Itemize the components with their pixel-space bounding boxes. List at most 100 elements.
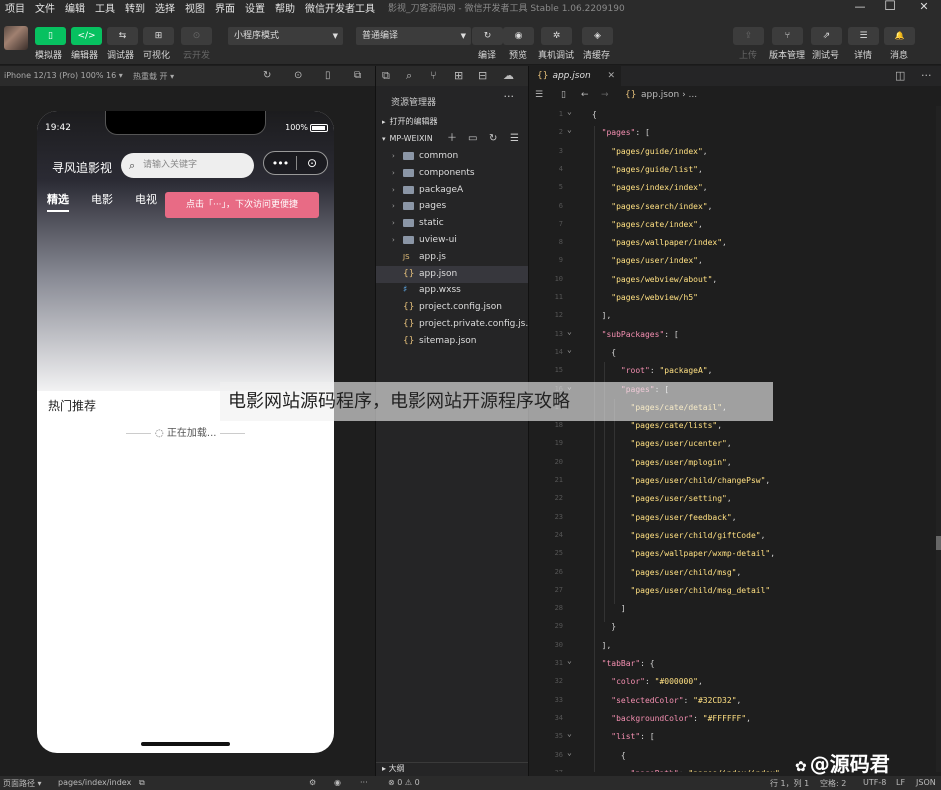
menu-file[interactable]: 文件 <box>30 0 60 15</box>
device-select[interactable]: iPhone 12/13 (Pro) 100% 16 ▾ <box>4 71 123 80</box>
maximize-button[interactable]: ☐ <box>875 0 905 15</box>
version-button[interactable]: ⑂ <box>772 27 803 45</box>
cloud-icon[interactable]: ☁ <box>503 69 514 82</box>
file-item[interactable]: JS app.js <box>376 249 528 266</box>
encoding[interactable]: UTF-8 <box>863 778 886 787</box>
storage-icon[interactable]: ⊟ <box>478 69 487 82</box>
tab-movies[interactable]: 电影 <box>91 191 113 212</box>
file-item[interactable]: {} sitemap.json <box>376 333 528 350</box>
file-item[interactable]: {} project.config.json <box>376 299 528 316</box>
more-button[interactable]: ••• <box>264 157 296 170</box>
language-mode[interactable]: JSON <box>916 778 936 787</box>
menu-edit[interactable]: 编辑 <box>60 0 90 15</box>
simulator-toggle-button[interactable]: ▯ <box>35 27 66 45</box>
file-item[interactable]: ♯ app.wxss <box>376 282 528 299</box>
menu-goto[interactable]: 转到 <box>120 0 150 15</box>
back-icon[interactable]: ← <box>581 90 589 100</box>
messages-button[interactable]: 🔔 <box>884 27 915 45</box>
file-item[interactable]: {} project.private.config.js... <box>376 316 534 333</box>
problems-count[interactable]: ⊗ 0 ⚠ 0 <box>388 778 420 787</box>
phone-icon[interactable]: ▯ <box>325 70 331 81</box>
fold-chevron-icon[interactable]: ⌄ <box>567 656 572 665</box>
list-icon[interactable]: ☰ <box>535 90 543 100</box>
tab-featured[interactable]: 精选 <box>47 191 69 212</box>
file-item[interactable]: {} app.json <box>376 265 528 283</box>
source-control-icon[interactable]: ⑂ <box>430 69 437 82</box>
tab-app-json[interactable]: {} app.json ✕ <box>529 66 621 86</box>
folder-item[interactable]: › components <box>376 165 528 182</box>
extensions-icon[interactable]: ⊞ <box>454 69 463 82</box>
copy-icon[interactable]: ⧉ <box>139 778 145 788</box>
fold-chevron-icon[interactable]: ⌄ <box>567 125 572 134</box>
bookmark-icon[interactable]: ▯ <box>561 90 566 100</box>
code-editor[interactable]: 1 ⌄{2 ⌄ "pages": [3 "pages/guide/index", 4 … <box>529 106 941 772</box>
scrollbar-thumb[interactable] <box>936 536 941 550</box>
folder-item[interactable]: › common <box>376 148 528 165</box>
folder-item[interactable]: › uview-ui <box>376 232 528 249</box>
real-debug-button[interactable]: ✲ <box>541 27 572 45</box>
close-button[interactable]: ✕ <box>909 0 939 15</box>
more-icon[interactable]: ··· <box>921 69 932 82</box>
menu-select[interactable]: 选择 <box>150 0 180 15</box>
test-account-button[interactable]: ⇗ <box>811 27 842 45</box>
detach-window-icon[interactable]: ⧉ <box>354 70 361 81</box>
folder-item[interactable]: › static <box>376 215 528 232</box>
forward-icon[interactable]: → <box>601 90 609 100</box>
project-section[interactable]: ▾ MP-WEIXIN ＋ ▭ ↻ ☰ <box>376 131 528 147</box>
files-icon[interactable]: ⧉ <box>382 69 390 83</box>
outline-section[interactable]: ▸ 大纲 <box>376 762 528 776</box>
settings-icon[interactable]: ⚙ <box>309 778 316 787</box>
menu-interface[interactable]: 界面 <box>210 0 240 15</box>
refresh-icon[interactable]: ↻ <box>489 131 497 147</box>
cloud-dev-button[interactable]: ⊙ <box>181 27 212 45</box>
new-file-icon[interactable]: ＋ <box>447 131 457 147</box>
close-icon[interactable]: ✕ <box>607 66 615 86</box>
menu-project[interactable]: 项目 <box>0 0 30 15</box>
fold-chevron-icon[interactable]: ⌄ <box>567 729 572 738</box>
debugger-toggle-button[interactable]: ⇆ <box>107 27 138 45</box>
new-folder-icon[interactable]: ▭ <box>468 131 477 147</box>
fold-chevron-icon[interactable]: ⌄ <box>567 748 572 757</box>
more-icon[interactable]: ··· <box>504 90 515 103</box>
line-ending[interactable]: LF <box>896 778 905 787</box>
menu-tools[interactable]: 工具 <box>90 0 120 15</box>
menu-help[interactable]: 帮助 <box>270 0 300 15</box>
page-path-label[interactable]: 页面路径 ▾ <box>3 778 42 789</box>
open-editors-section[interactable]: ▸ 打开的编辑器 <box>376 114 528 130</box>
search-input[interactable]: ⌕ 请输入关键字 <box>121 153 254 178</box>
compile-button[interactable]: ↻ <box>472 27 503 45</box>
avatar[interactable] <box>4 26 28 50</box>
editor-toggle-button[interactable]: </> <box>71 27 102 45</box>
folder-item[interactable]: › packageA <box>376 182 528 199</box>
eye-icon[interactable]: ◉ <box>334 778 341 787</box>
search-icon[interactable]: ⌕ <box>406 69 412 83</box>
stop-icon[interactable]: ⊙ <box>294 70 302 81</box>
phone-screen[interactable]: 19:42 100% 寻风追影视 ⌕ 请输入关键字 ••• ⊙ 精选 电影 电视 … <box>37 111 334 753</box>
clear-cache-button[interactable]: ◈ <box>582 27 613 45</box>
visual-toggle-button[interactable]: ⊞ <box>143 27 174 45</box>
more-icon[interactable]: ··· <box>360 778 368 787</box>
menu-view[interactable]: 视图 <box>180 0 210 15</box>
refresh-icon[interactable]: ↻ <box>263 70 271 81</box>
preview-button[interactable]: ◉ <box>503 27 534 45</box>
upload-button[interactable]: ⇪ <box>733 27 764 45</box>
folder-item[interactable]: › pages <box>376 198 528 215</box>
details-button[interactable]: ☰ <box>848 27 879 45</box>
compile-select[interactable]: 普通编译 ▼ <box>356 27 471 45</box>
cursor-position[interactable]: 行 1，列 1 <box>770 778 809 789</box>
menu-wechat-devtools[interactable]: 微信开发者工具 <box>300 0 380 15</box>
indentation[interactable]: 空格: 2 <box>820 778 846 789</box>
tab-tv[interactable]: 电视 <box>135 191 157 212</box>
hot-reload-select[interactable]: 热重载 开 ▾ <box>133 71 174 82</box>
menu-settings[interactable]: 设置 <box>240 0 270 15</box>
editor-scrollbar[interactable] <box>936 106 941 772</box>
breadcrumb-path[interactable]: app.json › ... <box>641 90 697 100</box>
fold-chevron-icon[interactable]: ⌄ <box>567 107 572 116</box>
close-program-button[interactable]: ⊙ <box>297 156 327 170</box>
fold-chevron-icon[interactable]: ⌄ <box>567 327 572 336</box>
mode-select[interactable]: 小程序模式 ▼ <box>228 27 343 45</box>
collapse-icon[interactable]: ☰ <box>510 131 519 147</box>
fold-chevron-icon[interactable]: ⌄ <box>567 345 572 354</box>
split-editor-icon[interactable]: ◫ <box>895 69 905 82</box>
minimize-button[interactable]: — <box>845 0 875 15</box>
